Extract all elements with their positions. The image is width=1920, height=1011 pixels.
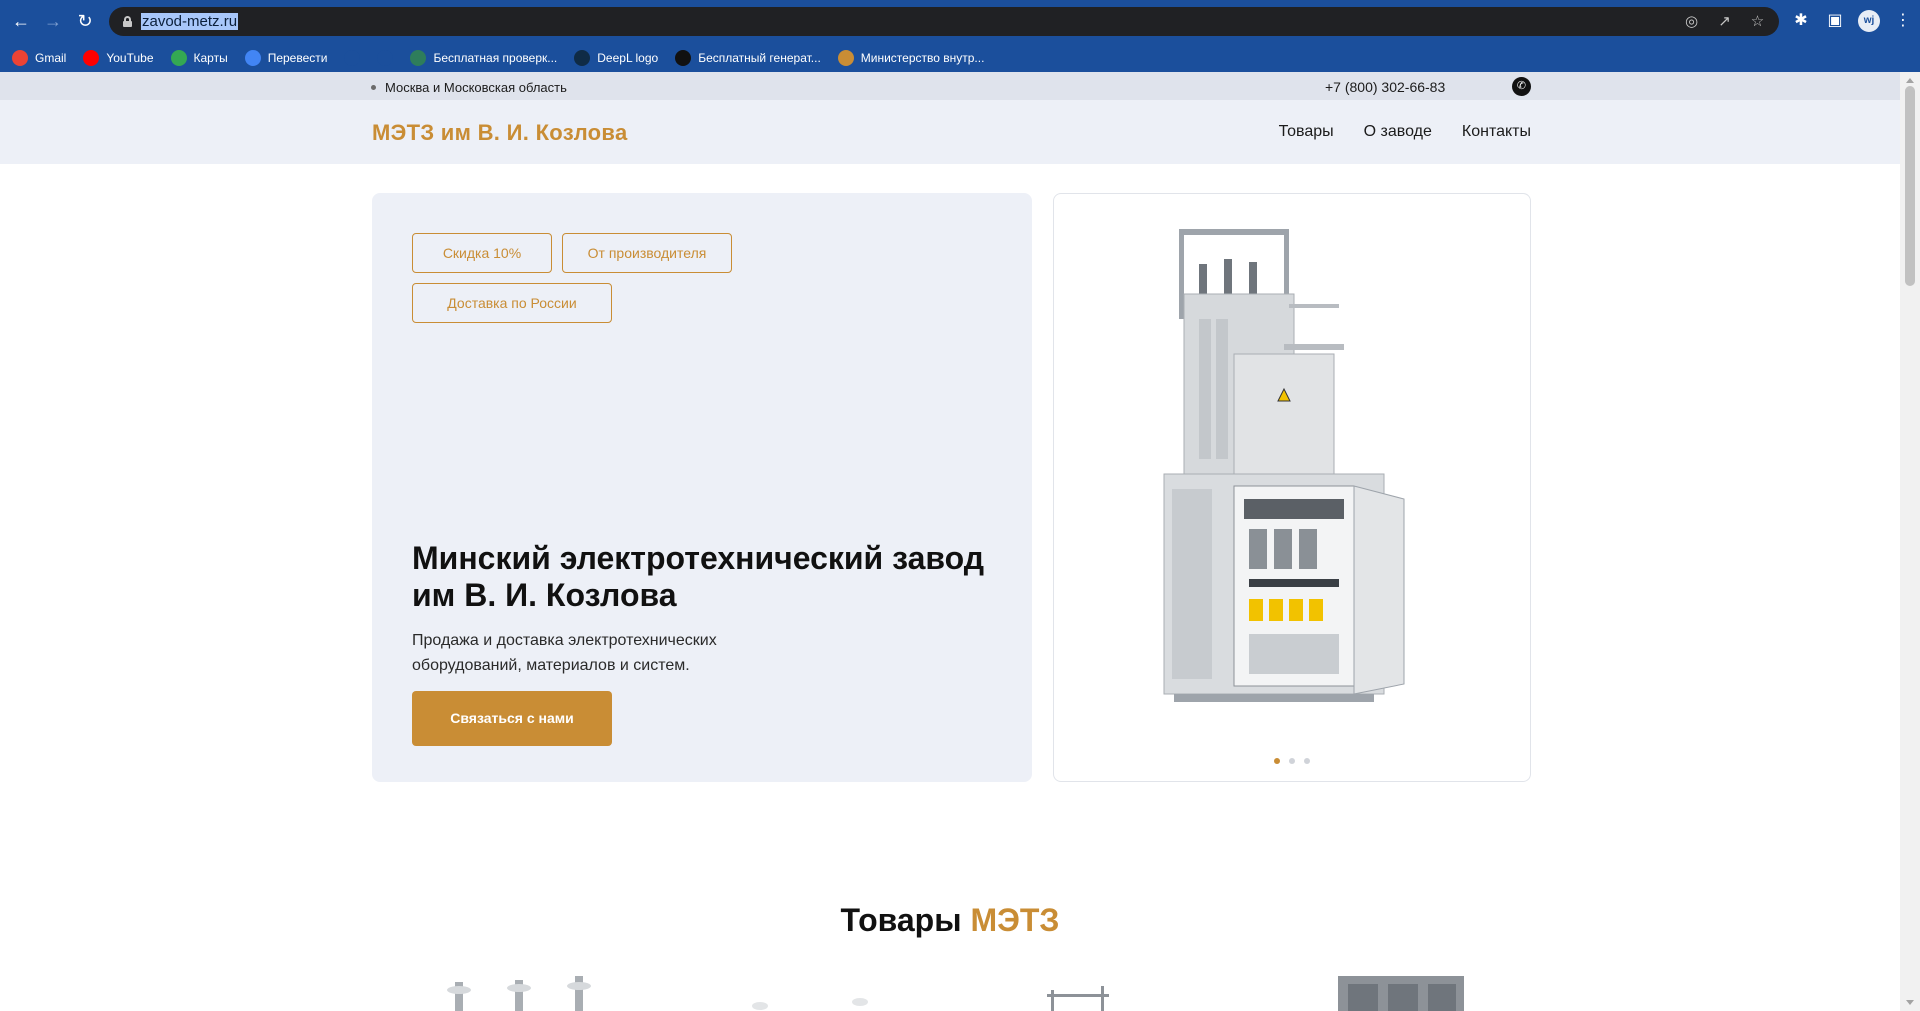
- slider-dot[interactable]: [1304, 758, 1310, 764]
- globe-icon: [344, 49, 361, 66]
- main-nav: Товары О заводе Контакты: [1279, 123, 1531, 141]
- bookmark-label: Перевести: [267, 50, 328, 65]
- bookmark-label: Бесплатная проверк...: [433, 50, 558, 65]
- products-row: [0, 972, 1900, 1011]
- lock-icon[interactable]: [123, 16, 132, 27]
- slider-dot[interactable]: [1289, 758, 1295, 764]
- eye-off-icon[interactable]: ◎: [1682, 12, 1701, 31]
- site-header: МЭТЗ им В. И. Козлова Товары О заводе Ко…: [0, 100, 1900, 164]
- product-thumb-pole-equipment[interactable]: [1045, 972, 1115, 1011]
- scroll-thumb[interactable]: [1905, 86, 1915, 286]
- region: Москва и Московская область: [371, 80, 567, 95]
- bookmark-item[interactable]: YouTube: [83, 49, 154, 66]
- badge-delivery: Доставка по России: [412, 283, 612, 323]
- scroll-up-icon[interactable]: [1906, 78, 1914, 83]
- location-dot-icon: [371, 85, 376, 90]
- reload-icon[interactable]: ↻: [75, 11, 95, 31]
- back-icon[interactable]: ←: [11, 11, 31, 31]
- bookmark-item[interactable]: Бесплатная проверк...: [410, 49, 558, 66]
- hero-panel: Скидка 10% От производителя Доставка по …: [372, 193, 1032, 782]
- globe-icon: [377, 49, 394, 66]
- star-icon[interactable]: ☆: [1748, 12, 1767, 31]
- hero-title: Минский электротехнический завод им В. И…: [412, 540, 985, 613]
- top-info-bar: Москва и Московская область +7 (800) 302…: [0, 72, 1900, 100]
- nav-about[interactable]: О заводе: [1364, 123, 1432, 141]
- extensions-icon[interactable]: ✱: [1790, 10, 1812, 32]
- products-title-accent: МЭТЗ: [970, 902, 1060, 938]
- nav-products[interactable]: Товары: [1279, 123, 1334, 141]
- maps-icon: [170, 49, 187, 66]
- youtube-icon: [83, 49, 100, 66]
- bookmark-label: Бесплатный генерат...: [698, 50, 821, 65]
- generator-icon: [675, 49, 692, 66]
- bookmark-item[interactable]: [377, 49, 394, 66]
- whatsapp-icon[interactable]: ✆: [1512, 77, 1531, 96]
- check-icon: [410, 49, 427, 66]
- browser-toolbar: ← → ↻ zavod-metz.ru ◎ ↗ ☆ ✱ ▣ wj ⋮: [0, 0, 1920, 43]
- url-text[interactable]: zavod-metz.ru: [141, 13, 239, 30]
- bookmark-label: Gmail: [35, 50, 67, 65]
- region-text: Москва и Московская область: [385, 80, 567, 95]
- bookmark-label: Министерство внутр...: [860, 50, 985, 65]
- products-title-main: Товары: [840, 902, 962, 938]
- product-thumb-insulators[interactable]: [445, 972, 605, 1011]
- share-icon[interactable]: ↗: [1715, 12, 1734, 31]
- scroll-down-icon[interactable]: [1906, 1000, 1914, 1005]
- site-logo[interactable]: МЭТЗ им В. И. Козлова: [372, 120, 628, 146]
- bookmark-label: DeepL logo: [597, 50, 659, 65]
- bookmarks-bar: Gmail YouTube Карты Перевести Бесплатная про…: [0, 43, 1920, 72]
- forward-icon[interactable]: →: [43, 11, 63, 31]
- address-bar[interactable]: zavod-metz.ru ◎ ↗ ☆: [109, 7, 1779, 36]
- products-section-title: Товары МЭТЗ: [0, 902, 1900, 939]
- bookmark-item[interactable]: DeepL logo: [574, 49, 659, 66]
- bookmark-item[interactable]: Бесплатный генерат...: [675, 49, 821, 66]
- product-thumb-substation[interactable]: [1338, 972, 1464, 1011]
- bookmark-item[interactable]: Министерство внутр...: [837, 49, 985, 66]
- contact-us-button[interactable]: Связаться с нами: [412, 691, 612, 746]
- hero-slider: [1053, 193, 1531, 782]
- bookmark-item[interactable]: Карты: [170, 49, 228, 66]
- phone-link[interactable]: +7 (800) 302-66-83: [1325, 79, 1445, 95]
- profile-avatar[interactable]: wj: [1858, 10, 1880, 32]
- page-scrollbar[interactable]: [1900, 72, 1920, 1011]
- gmail-icon: [12, 49, 28, 66]
- deepl-icon: [574, 49, 591, 66]
- web-page: Москва и Московская область +7 (800) 302…: [0, 72, 1900, 1011]
- product-thumb-fittings[interactable]: [740, 972, 880, 1011]
- bookmark-item[interactable]: Перевести: [244, 49, 328, 66]
- emblem-icon: [837, 49, 854, 66]
- nav-contacts[interactable]: Контакты: [1462, 123, 1531, 141]
- badge-manufacturer: От производителя: [562, 233, 732, 273]
- translate-icon: [244, 49, 261, 66]
- substation-product-image: [1163, 229, 1405, 702]
- bookmark-item[interactable]: [344, 49, 361, 66]
- hero-subtitle: Продажа и доставка электротехнических об…: [412, 632, 717, 674]
- bookmark-label: Карты: [193, 50, 228, 65]
- slider-dot[interactable]: [1274, 758, 1280, 764]
- badge-discount: Скидка 10%: [412, 233, 552, 273]
- bookmark-item[interactable]: Gmail: [12, 49, 67, 66]
- bookmark-label: YouTube: [106, 50, 154, 65]
- side-panel-icon[interactable]: ▣: [1824, 10, 1846, 32]
- menu-icon[interactable]: ⋮: [1892, 10, 1914, 32]
- slider-dots: [1274, 758, 1310, 764]
